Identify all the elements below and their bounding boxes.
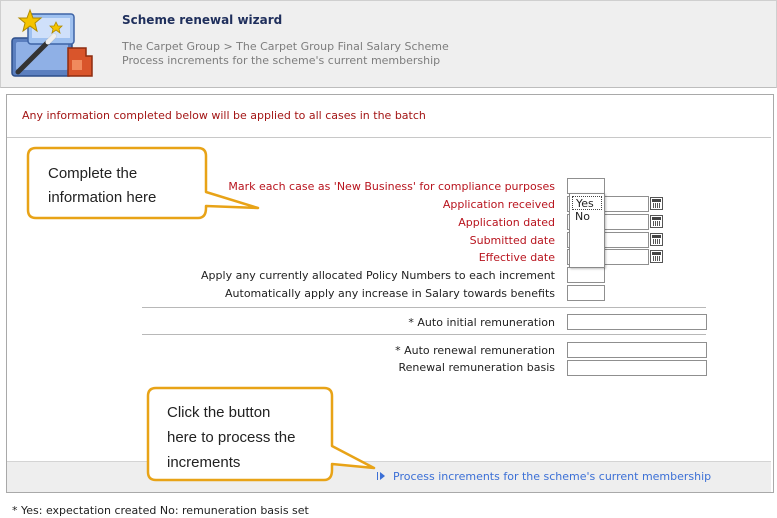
- dropdown-option-yes[interactable]: Yes: [572, 196, 602, 210]
- play-arrow-icon: [377, 472, 385, 480]
- page-subtitle: Process increments for the scheme's curr…: [122, 54, 441, 67]
- dropdown-option-no[interactable]: No: [572, 210, 602, 224]
- callout-line: increments: [167, 454, 241, 471]
- page-title: Scheme renewal wizard: [122, 13, 283, 27]
- submitted-date-label: Submitted date: [469, 234, 555, 247]
- renewal-remuneration-basis-select[interactable]: [567, 360, 707, 376]
- calendar-icon[interactable]: [650, 197, 663, 210]
- auto-initial-remuneration-input[interactable]: [567, 314, 707, 330]
- callout-click-button: Click the button here to process the inc…: [167, 400, 295, 475]
- renewal-remuneration-basis-label: Renewal remuneration basis: [398, 361, 556, 374]
- auto-initial-remuneration-label: * Auto initial remuneration: [408, 316, 555, 329]
- apply-policy-numbers-label: Apply any currently allocated Policy Num…: [201, 269, 555, 282]
- divider: [142, 334, 706, 335]
- process-increments-label: Process increments for the scheme's curr…: [393, 470, 712, 483]
- breadcrumb: The Carpet Group > The Carpet Group Fina…: [122, 40, 449, 53]
- calendar-icon[interactable]: [650, 215, 663, 228]
- divider: [142, 307, 706, 308]
- effective-date-label: Effective date: [478, 251, 555, 264]
- new-business-select[interactable]: [567, 178, 605, 194]
- calendar-icon[interactable]: [650, 233, 663, 246]
- auto-renewal-remuneration-input[interactable]: [567, 342, 707, 358]
- auto-renewal-remuneration-label: * Auto renewal remuneration: [395, 344, 555, 357]
- apply-salary-increase-select[interactable]: [567, 285, 605, 301]
- callout-line: Complete the: [48, 165, 138, 182]
- batch-notice: Any information completed below will be …: [22, 109, 426, 122]
- callout-complete-info: Complete the information here: [48, 162, 156, 210]
- footnote: * Yes: expectation created No: remunerat…: [12, 504, 309, 517]
- callout-line: information here: [48, 189, 157, 206]
- apply-salary-increase-label: Automatically apply any increase in Sala…: [225, 287, 555, 300]
- callout-line: here to process the: [167, 429, 296, 446]
- callout-line: Click the button: [167, 404, 271, 421]
- application-received-label: Application received: [442, 198, 555, 211]
- calendar-icon[interactable]: [650, 250, 663, 263]
- yes-no-dropdown-list[interactable]: Yes No: [569, 193, 605, 268]
- apply-policy-numbers-select[interactable]: [567, 267, 605, 283]
- process-increments-link[interactable]: Process increments for the scheme's curr…: [377, 470, 712, 483]
- new-business-label: Mark each case as 'New Business' for com…: [228, 180, 555, 193]
- application-dated-label: Application dated: [458, 216, 555, 229]
- wizard-wand-icon: [11, 8, 93, 77]
